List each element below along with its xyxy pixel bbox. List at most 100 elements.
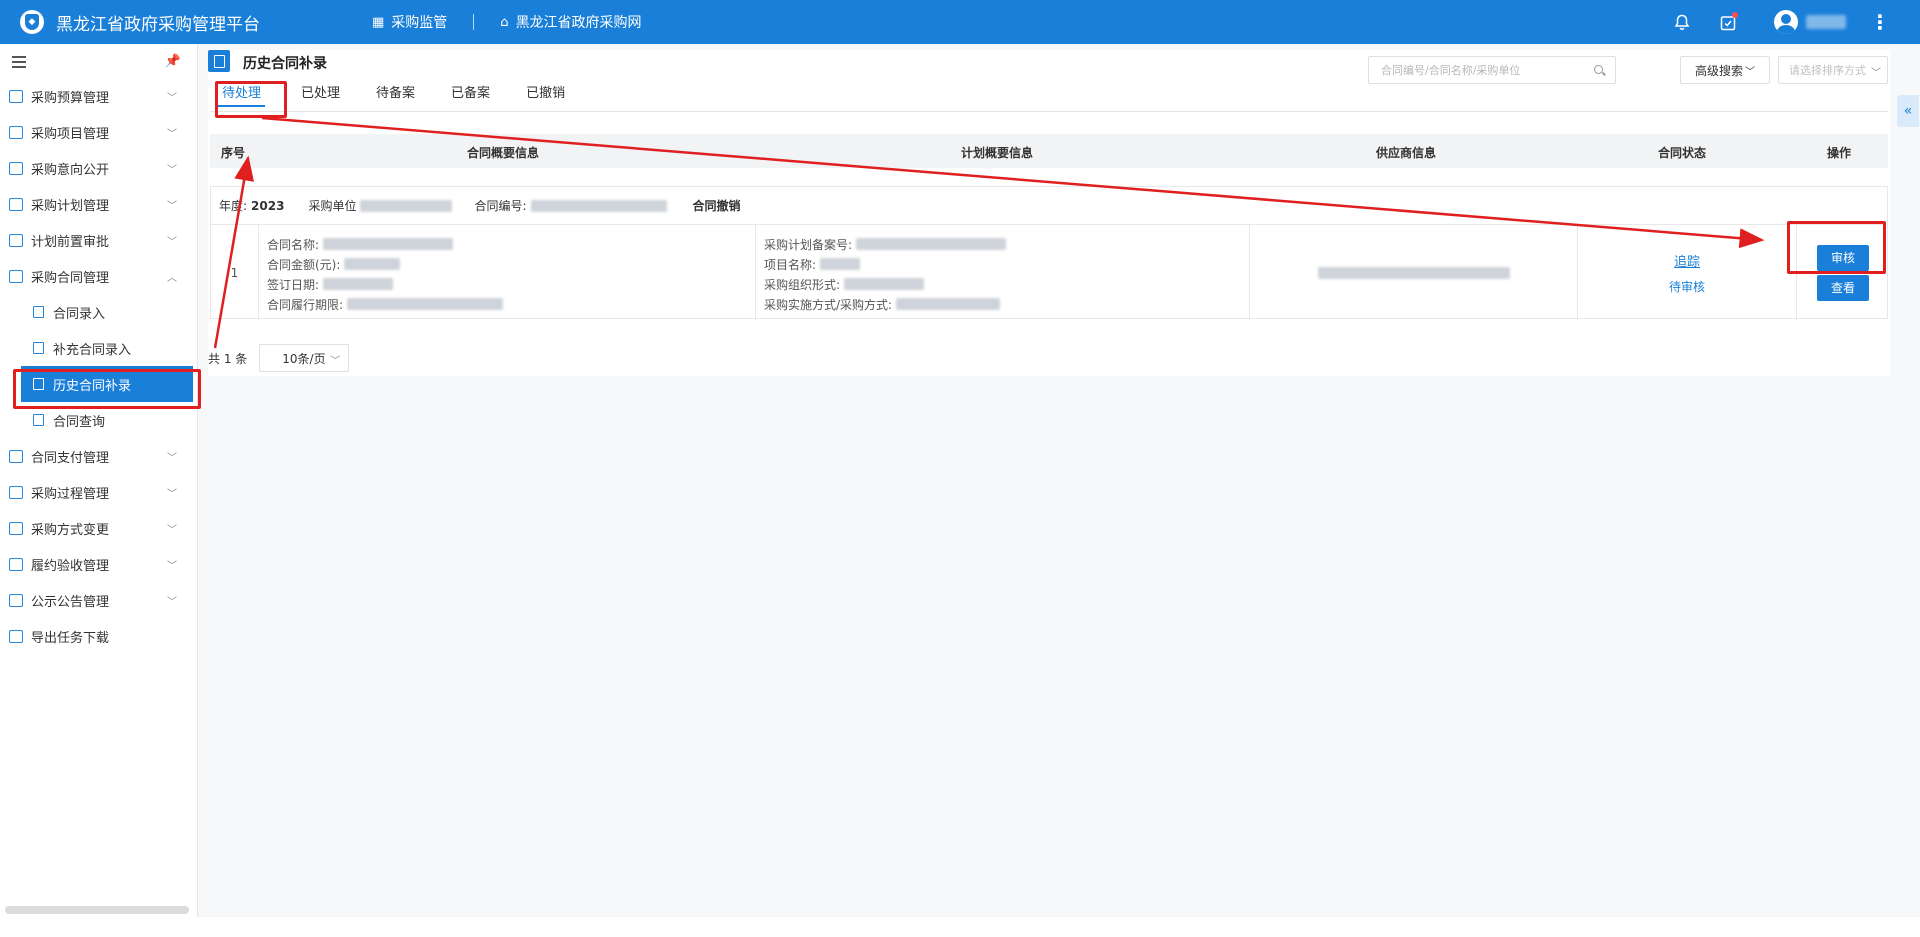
review-button[interactable]: 审核 (1817, 244, 1869, 271)
page-size-select[interactable]: 10条/页 ﹀ (259, 344, 350, 372)
sidebar-item-acceptance[interactable]: 履约验收管理 ﹀ (0, 546, 197, 582)
search-icon[interactable] (1594, 65, 1603, 74)
sidebar-item-payment[interactable]: 合同支付管理 ﹀ (0, 438, 197, 474)
tab-revoked[interactable]: 已撤销 (526, 82, 565, 107)
contract-amount-label: 合同金额(元): (267, 257, 341, 272)
column-header-status: 合同状态 (1657, 146, 1707, 160)
tab-filed[interactable]: 已备案 (451, 82, 490, 107)
redacted-value (323, 238, 454, 250)
home-icon: ⌂ (500, 14, 509, 30)
task-check-icon[interactable] (1716, 10, 1740, 34)
sidebar-subitem-contract-entry[interactable]: 合同录入 (0, 294, 197, 330)
shield-icon: ◆ (25, 14, 39, 30)
nav-portal-label: 黑龙江省政府采购网 (515, 15, 642, 31)
budget-icon (9, 89, 23, 103)
sidebar-subitem-contract-query[interactable]: 合同查询 (0, 402, 197, 438)
row-index: 1 (211, 225, 259, 320)
trace-link[interactable]: 追踪 (1674, 251, 1700, 270)
sidebar: 📌 采购预算管理 ﹀ 采购项目管理 ﹀ 采购意向公开 ﹀ 采购计划管理 ﹀ 计划前置审批… (0, 44, 198, 917)
chevron-down-icon: ﹀ (167, 165, 177, 176)
revoke-contract-link[interactable]: 合同撤销 (693, 197, 741, 214)
actions-cell: 审核 查看 (1797, 225, 1889, 320)
column-header-supplier: 供应商信息 (1375, 146, 1437, 160)
nav-supervision[interactable]: ▦ 采购监管 (372, 12, 447, 32)
intention-icon (9, 161, 23, 175)
chevron-down-icon: ﹀ (1871, 68, 1881, 79)
tab-processed[interactable]: 已处理 (301, 82, 340, 107)
sidebar-item-export-tasks[interactable]: 导出任务下载 (0, 618, 197, 654)
table-row: 1 合同名称: 合同金额(元): 签订日期: 合同履行期限: 采购计划备案号: … (210, 224, 1889, 320)
contract-group-row: 年度: 2023 采购单位 合同编号: 合同撤销 (210, 186, 1888, 224)
sidebar-subitem-label: 合同查询 (53, 414, 106, 430)
sort-select[interactable]: 请选择排序方式 ﹀ (1778, 56, 1888, 84)
process-icon (9, 485, 23, 499)
column-header-plan: 计划概要信息 (960, 146, 1034, 160)
collapse-panel-icon[interactable]: « (1897, 95, 1919, 127)
sidebar-item-label: 公示公告管理 (31, 594, 110, 610)
sidebar-item-project[interactable]: 采购项目管理 ﹀ (0, 114, 197, 150)
contract-name-label: 合同名称: (267, 237, 320, 252)
tab-pending[interactable]: 待处理 (218, 82, 266, 107)
sidebar-item-intention[interactable]: 采购意向公开 ﹀ (0, 150, 197, 186)
redacted-value (896, 298, 1001, 310)
sidebar-item-budget[interactable]: 采购预算管理 ﹀ (0, 78, 197, 114)
redacted-value (323, 278, 394, 290)
view-button[interactable]: 查看 (1817, 274, 1869, 301)
page-title: 历史合同补录 (243, 56, 327, 72)
contract-no-redacted (530, 199, 667, 212)
sidebar-subitem-history-supplement[interactable]: 历史合同补录 (21, 366, 193, 402)
app-title: 黑龙江省政府采购管理平台 (56, 14, 260, 35)
year-value: 2023 (251, 198, 285, 213)
platform-logo: ◆ (20, 10, 44, 34)
chevron-down-icon: ﹀ (167, 489, 177, 500)
advanced-search-button[interactable]: 高级搜索 ﹀ (1680, 56, 1770, 84)
menu-toggle-icon[interactable] (12, 55, 26, 68)
sidebar-item-label: 采购过程管理 (31, 486, 110, 502)
sidebar-item-pre-approval[interactable]: 计划前置审批 ﹀ (0, 222, 197, 258)
sidebar-subitem-label: 补充合同录入 (53, 342, 132, 358)
chevron-down-icon: ﹀ (167, 561, 177, 572)
announcement-icon (9, 593, 23, 607)
column-header-index: 序号 (220, 146, 246, 160)
more-vertical-icon[interactable]: ⋮ (1870, 12, 1890, 32)
project-icon (9, 125, 23, 139)
tab-to-file[interactable]: 待备案 (376, 82, 415, 107)
sidebar-item-contract[interactable]: 采购合同管理 ︿ (0, 258, 197, 294)
contract-icon (9, 269, 23, 283)
document-icon (33, 342, 44, 354)
bell-icon[interactable] (1670, 10, 1694, 34)
sidebar-item-label: 采购方式变更 (31, 522, 110, 538)
sidebar-item-announcement[interactable]: 公示公告管理 ﹀ (0, 582, 197, 618)
chevron-down-icon: ﹀ (167, 453, 177, 464)
column-header-actions: 操作 (1826, 146, 1852, 160)
chevron-down-icon: ﹀ (1745, 66, 1755, 78)
nav-divider (473, 14, 475, 30)
nav-portal[interactable]: ⌂ 黑龙江省政府采购网 (500, 12, 641, 32)
contract-status-cell: 追踪 待审核 (1578, 225, 1797, 320)
sidebar-item-label: 履约验收管理 (31, 558, 110, 574)
chevron-down-icon: ﹀ (167, 129, 177, 140)
sidebar-item-plan[interactable]: 采购计划管理 ﹀ (0, 186, 197, 222)
edit-document-icon (33, 378, 44, 390)
user-avatar[interactable] (1774, 10, 1798, 34)
supplier-cell (1250, 225, 1578, 320)
sidebar-item-method-change[interactable]: 采购方式变更 ﹀ (0, 510, 197, 546)
approval-icon (9, 233, 23, 247)
plan-filing-no-label: 采购计划备案号: (764, 237, 853, 252)
pin-icon[interactable]: 📌 (165, 54, 181, 69)
main-content: 历史合同补录 待处理 已处理 待备案 已备案 已撤销 合同编号/合同名称/采购单… (198, 44, 1920, 917)
search-placeholder: 合同编号/合同名称/采购单位 (1381, 64, 1521, 77)
redacted-value (347, 298, 504, 310)
status-tabs: 待处理 已处理 待备案 已备案 已撤销 (218, 82, 601, 107)
sidebar-horizontal-scrollbar[interactable] (5, 906, 189, 914)
top-header-bar: ◆ 黑龙江省政府采购管理平台 ▦ 采购监管 ⌂ 黑龙江省政府采购网 ⋮ (0, 0, 1920, 44)
sidebar-subitem-supplement-entry[interactable]: 补充合同录入 (0, 330, 197, 366)
page-size-value: 10条/页 (282, 351, 326, 366)
payment-icon (9, 449, 23, 463)
username-redacted (1806, 15, 1846, 29)
sidebar-item-process[interactable]: 采购过程管理 ﹀ (0, 474, 197, 510)
search-input[interactable]: 合同编号/合同名称/采购单位 (1368, 56, 1616, 84)
status-badge: 待审核 (1668, 279, 1705, 294)
chevron-down-icon: ﹀ (167, 237, 177, 248)
contract-summary-cell: 合同名称: 合同金额(元): 签订日期: 合同履行期限: (259, 225, 756, 320)
